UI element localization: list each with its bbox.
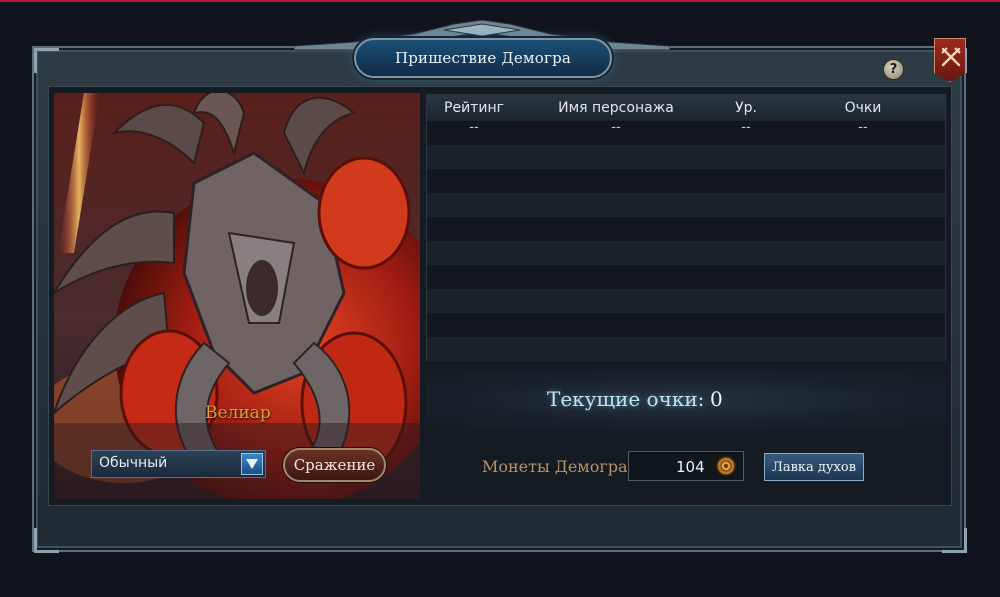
demogor-coins-label: Монеты Демогра xyxy=(482,457,628,476)
window-title: Пришествие Демогра xyxy=(354,38,612,78)
table-row xyxy=(427,169,945,193)
boss-name: Велиар xyxy=(205,403,271,423)
table-row xyxy=(427,313,945,337)
difficulty-select-value: Обычный xyxy=(99,455,168,471)
spirit-shop-button[interactable]: Лавка духов xyxy=(764,453,864,481)
cell-points: -- xyxy=(858,120,868,135)
table-row xyxy=(427,193,945,217)
table-row xyxy=(427,337,945,361)
demogor-coin-icon xyxy=(716,456,736,476)
table-row xyxy=(427,265,945,289)
column-header-name: Имя персонажа xyxy=(558,100,674,116)
difficulty-select[interactable]: Обычный xyxy=(91,450,266,478)
demogor-coins-value: 104 xyxy=(676,458,705,476)
table-row xyxy=(427,241,945,265)
frame-corner-ornament xyxy=(34,48,59,73)
column-header-level: Ур. xyxy=(735,100,757,116)
battle-button[interactable]: Сражение xyxy=(283,448,386,482)
frame-corner-ornament xyxy=(942,528,967,553)
demon-boss-portrait xyxy=(54,93,420,499)
current-score-label: Текущие очки: xyxy=(547,387,705,411)
boss-portrait xyxy=(54,93,420,499)
crossed-swords-icon xyxy=(941,47,961,67)
column-header-rank: Рейтинг xyxy=(444,100,504,116)
top-accent-line xyxy=(0,0,1000,2)
chevron-down-icon xyxy=(246,459,258,469)
dropdown-arrow-button[interactable] xyxy=(241,453,263,475)
cell-level: -- xyxy=(741,120,751,135)
table-row xyxy=(427,217,945,241)
cell-name: -- xyxy=(611,120,621,135)
frame-corner-ornament xyxy=(34,528,59,553)
current-score-value: 0 xyxy=(710,387,723,411)
table-row xyxy=(427,145,945,169)
help-icon[interactable]: ? xyxy=(883,59,904,80)
close-banner-button[interactable] xyxy=(934,38,966,82)
ranking-table: Рейтинг Имя персонажа Ур. Очки -- -- -- … xyxy=(426,94,946,361)
ranking-table-header: Рейтинг Имя персонажа Ур. Очки xyxy=(427,95,945,122)
table-row: -- -- -- -- xyxy=(427,121,945,145)
table-row xyxy=(427,289,945,313)
cell-rank: -- xyxy=(469,120,479,135)
column-header-points: Очки xyxy=(844,100,882,116)
